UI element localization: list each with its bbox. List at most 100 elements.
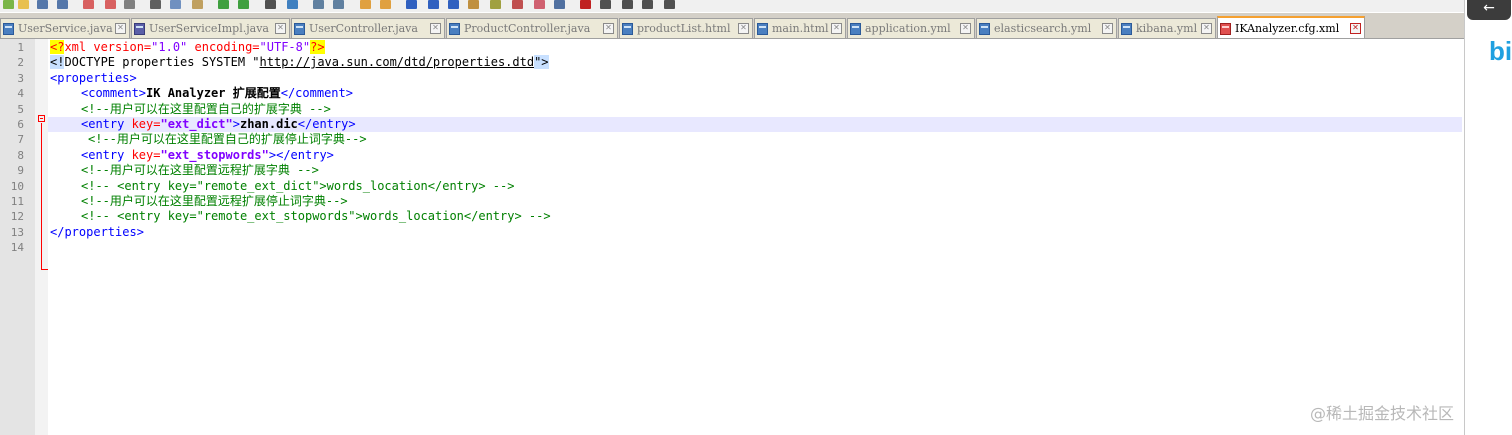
- tab-label: UserController.java: [309, 22, 418, 35]
- back-arrow-icon[interactable]: ←: [1467, 0, 1511, 20]
- save-all-icon[interactable]: [57, 0, 68, 9]
- tab-usercontroller-java[interactable]: UserController.java ✕: [291, 18, 445, 38]
- code-text: <!--用户可以在这里配置自己的扩展停止词字典-->: [88, 132, 367, 147]
- code-line: 4 <comment>IK Analyzer 扩展配置</comment>: [0, 86, 1464, 101]
- tab-productlist-html[interactable]: productList.html ✕: [619, 18, 753, 38]
- zoom-out-icon[interactable]: [333, 0, 344, 9]
- redo-icon[interactable]: [238, 0, 249, 9]
- code-line: 13 </properties>: [0, 225, 1464, 240]
- line-number: 11: [10, 195, 24, 208]
- code-text: <!--用户可以在这里配置远程扩展停止词字典-->: [81, 194, 348, 208]
- yml-file-icon: [850, 22, 861, 35]
- sync-scroll-v-icon[interactable]: [360, 0, 371, 9]
- java-file-icon: [3, 22, 14, 35]
- tab-label: IKAnalyzer.cfg.xml: [1235, 22, 1340, 35]
- tab-main-html[interactable]: main.html ✕: [754, 18, 846, 38]
- tab-label: kibana.yml: [1136, 22, 1198, 35]
- code-text: <entry key="ext_dict">zhan.dic</entry>: [81, 117, 356, 131]
- zoom-in-icon[interactable]: [313, 0, 324, 9]
- cut-icon[interactable]: [150, 0, 161, 9]
- code-text: <properties>: [50, 70, 137, 85]
- java-file-icon: [294, 22, 305, 35]
- close-tab-icon[interactable]: ✕: [960, 23, 971, 34]
- close-tab-icon[interactable]: ✕: [275, 23, 286, 34]
- close-tab-icon[interactable]: ✕: [831, 23, 842, 34]
- tab-productcontroller-java[interactable]: ProductController.java ✕: [446, 18, 618, 38]
- print-icon[interactable]: [124, 0, 135, 9]
- play-macro-icon[interactable]: [622, 0, 633, 9]
- record-macro-icon[interactable]: [580, 0, 591, 9]
- save-macro-icon[interactable]: [664, 0, 675, 9]
- code-line: 11 <!--用户可以在这里配置远程扩展停止词字典-->: [0, 194, 1464, 209]
- tab-label: ProductController.java: [464, 22, 591, 35]
- close-tab-icon[interactable]: ✕: [1350, 23, 1361, 34]
- find-icon[interactable]: [265, 0, 276, 9]
- tab-userservice-java[interactable]: UserService.java ✕: [0, 18, 130, 38]
- tab-kibana-yml[interactable]: kibana.yml ✕: [1118, 18, 1216, 38]
- html-file-icon: [757, 22, 768, 35]
- save-icon[interactable]: [37, 0, 48, 9]
- line-number: 8: [17, 148, 24, 162]
- line-number: 4: [17, 87, 24, 101]
- stop-macro-icon[interactable]: [600, 0, 611, 9]
- close-tab-icon[interactable]: ✕: [738, 23, 749, 34]
- close-all-icon[interactable]: [105, 0, 116, 9]
- monitor-icon[interactable]: [554, 0, 565, 9]
- close-tab-icon[interactable]: ✕: [1102, 23, 1113, 34]
- code-text: <?xml version="1.0" encoding="UTF-8"?>: [50, 40, 325, 54]
- close-tab-icon[interactable]: ✕: [115, 23, 126, 34]
- close-tab-icon[interactable]: ✕: [1201, 23, 1212, 34]
- line-number: 10: [10, 179, 24, 193]
- run-macro-icon[interactable]: [642, 0, 653, 9]
- lang-icon[interactable]: [468, 0, 479, 9]
- tab-label: UserServiceImpl.java: [149, 22, 269, 35]
- code-line: 7 <!--用户可以在这里配置自己的扩展停止词字典-->: [0, 132, 1464, 147]
- code-text: <!-- <entry key="remote_ext_stopwords">w…: [81, 209, 551, 224]
- code-text: <entry key="ext_stopwords"></entry>: [81, 147, 334, 162]
- xml-file-icon: [1220, 22, 1231, 35]
- code-editor[interactable]: 1 <?xml version="1.0" encoding="UTF-8"?>…: [0, 39, 1464, 435]
- replace-icon[interactable]: [287, 0, 298, 9]
- tab-application-yml[interactable]: application.yml ✕: [847, 18, 975, 38]
- line-number: 3: [17, 71, 24, 85]
- tab-userserviceimpl-java[interactable]: UserServiceImpl.java ✕: [131, 18, 290, 38]
- undo-icon[interactable]: [218, 0, 229, 9]
- code-line: 2 <!DOCTYPE properties SYSTEM "http://ja…: [0, 55, 1464, 70]
- tab-label: application.yml: [865, 22, 951, 35]
- bilibili-logo: bi: [1489, 36, 1512, 66]
- code-text: </properties>: [50, 224, 144, 239]
- tab-label: productList.html: [637, 22, 731, 35]
- close-file-icon[interactable]: [83, 0, 94, 9]
- indent-guide-icon[interactable]: [448, 0, 459, 9]
- code-line: 5 <!--用户可以在这里配置自己的扩展字典 -->: [0, 102, 1464, 117]
- line-number: 5: [17, 102, 24, 116]
- close-tab-icon[interactable]: ✕: [603, 23, 614, 34]
- code-line: 12 <!-- <entry key="remote_ext_stopwords…: [0, 209, 1464, 224]
- code-text: <!--用户可以在这里配置远程扩展字典 -->: [81, 163, 319, 178]
- java-file-icon: [449, 22, 460, 35]
- open-file-icon[interactable]: [18, 0, 29, 9]
- code-text: <!DOCTYPE properties SYSTEM "http://java…: [50, 55, 549, 70]
- new-file-icon[interactable]: [3, 0, 14, 9]
- close-tab-icon[interactable]: ✕: [430, 23, 441, 34]
- copy-icon[interactable]: [170, 0, 181, 9]
- sync-scroll-h-icon[interactable]: [380, 0, 391, 9]
- function-list-icon[interactable]: [512, 0, 523, 9]
- paste-icon[interactable]: [192, 0, 203, 9]
- folder-workspace-icon[interactable]: [534, 0, 545, 9]
- code-text: <!--用户可以在这里配置自己的扩展字典 -->: [81, 101, 331, 116]
- word-wrap-icon[interactable]: [406, 0, 417, 9]
- tab-label: UserService.java: [18, 22, 113, 35]
- watermark-text: @稀土掘金技术社区: [1310, 404, 1455, 423]
- doc-map-icon[interactable]: [490, 0, 501, 9]
- tab-label: main.html: [772, 22, 829, 35]
- tab-elasticsearch-yml[interactable]: elasticsearch.yml ✕: [976, 18, 1117, 38]
- html-file-icon: [622, 22, 633, 35]
- tab-ikanalyzer-cfg-xml[interactable]: IKAnalyzer.cfg.xml ✕: [1217, 16, 1365, 38]
- code-text: <!-- <entry key="remote_ext_dict">words_…: [81, 178, 515, 193]
- toolbar: [0, 0, 1464, 12]
- dtd-link[interactable]: http://java.sun.com/dtd/properties.dtd: [260, 55, 535, 69]
- show-all-chars-icon[interactable]: [428, 0, 439, 9]
- code-line: 8 <entry key="ext_stopwords"></entry>: [0, 148, 1464, 163]
- tab-bar: UserService.java ✕ UserServiceImpl.java …: [0, 13, 1464, 39]
